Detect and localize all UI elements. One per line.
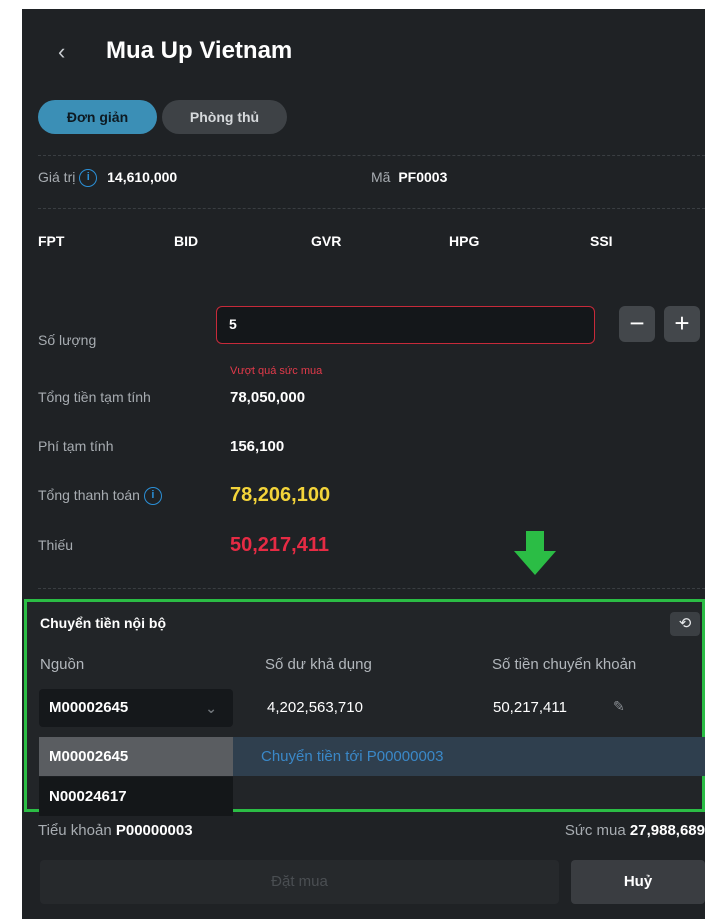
account-dropdown: M00002645 N00024617 <box>39 737 233 816</box>
edit-icon[interactable]: ✎ <box>613 698 625 715</box>
quantity-input[interactable]: 5 <box>216 306 595 344</box>
transfer-to-button[interactable]: Chuyển tiền tới P00000003 <box>233 737 705 776</box>
divider <box>38 155 705 156</box>
subaccount-row: Tiểu khoản P00000003 <box>38 822 193 839</box>
cancel-button[interactable]: Huỷ <box>571 860 705 904</box>
info-icon[interactable]: i <box>79 169 98 188</box>
missing-label: Thiếu <box>38 537 74 553</box>
power-label: Sức mua <box>564 822 626 839</box>
col-amount: Số tiền chuyển khoản <box>492 656 637 673</box>
missing-value: 50,217,411 <box>230 534 329 556</box>
qty-error: Vượt quá sức mua <box>230 365 323 377</box>
back-icon[interactable]: ‹ <box>58 39 65 65</box>
symbol-hpg[interactable]: HPG <box>449 233 479 249</box>
symbol-fpt[interactable]: FPT <box>38 233 64 249</box>
plus-button[interactable]: + <box>664 306 700 342</box>
divider <box>38 208 705 209</box>
chevron-down-icon: ⌄ <box>205 700 217 716</box>
col-available: Số dư khả dụng <box>265 656 372 673</box>
order-panel: ‹ Mua Up Vietnam Đơn giản Phòng thủ Giá … <box>22 9 705 919</box>
value-amount: 14,610,000 <box>107 169 178 185</box>
divider <box>38 588 705 589</box>
info-icon[interactable]: i <box>143 487 162 506</box>
code-label: Mã <box>371 169 391 185</box>
total-value: 78,206,100 <box>230 484 331 506</box>
page-title: Mua Up Vietnam <box>106 37 293 64</box>
code-value: PF0003 <box>398 169 448 185</box>
subtotal-value: 78,050,000 <box>230 389 306 406</box>
refresh-icon[interactable]: ⟲ <box>670 612 700 636</box>
dropdown-option[interactable]: N00024617 <box>39 777 233 816</box>
source-account-select[interactable]: M00002645 ⌄ <box>39 689 233 727</box>
value-row: Giá trị i 14,610,000 <box>38 169 178 188</box>
internal-transfer-box: Chuyển tiền nội bộ ⟲ Nguồn Số dư khả dụn… <box>24 599 705 816</box>
transfer-amount[interactable]: 50,217,411 <box>493 699 567 716</box>
place-order-button[interactable]: Đặt mua <box>40 860 559 904</box>
col-source: Nguồn <box>40 656 85 673</box>
subaccount-label: Tiểu khoản <box>38 822 112 839</box>
dropdown-option[interactable]: M00002645 <box>39 737 233 776</box>
qty-label: Số lượng <box>38 332 97 348</box>
value-label: Giá trị <box>38 169 76 185</box>
symbol-gvr[interactable]: GVR <box>311 233 341 249</box>
symbol-ssi[interactable]: SSI <box>590 233 613 249</box>
transfer-title: Chuyển tiền nội bộ <box>40 615 166 631</box>
code-row: Mã PF0003 <box>371 169 447 185</box>
selected-account: M00002645 <box>49 699 129 716</box>
subaccount-value: P00000003 <box>115 822 193 839</box>
tab-simple[interactable]: Đơn giản <box>38 100 157 134</box>
fee-value: 156,100 <box>230 438 285 455</box>
total-label: Tổng thanh toán <box>38 487 140 503</box>
available-balance: 4,202,563,710 <box>267 699 363 716</box>
total-row: Tổng thanh toán i <box>38 487 162 506</box>
tab-defensive[interactable]: Phòng thủ <box>162 100 287 134</box>
purchasing-power-row: Sức mua 27,988,689 <box>565 822 705 839</box>
power-value: 27,988,689 <box>629 822 705 839</box>
fee-label: Phí tạm tính <box>38 438 114 454</box>
minus-button[interactable]: − <box>619 306 655 342</box>
subtotal-label: Tổng tiền tạm tính <box>38 389 151 405</box>
symbol-bid[interactable]: BID <box>174 233 198 249</box>
arrow-down-icon <box>514 531 556 575</box>
